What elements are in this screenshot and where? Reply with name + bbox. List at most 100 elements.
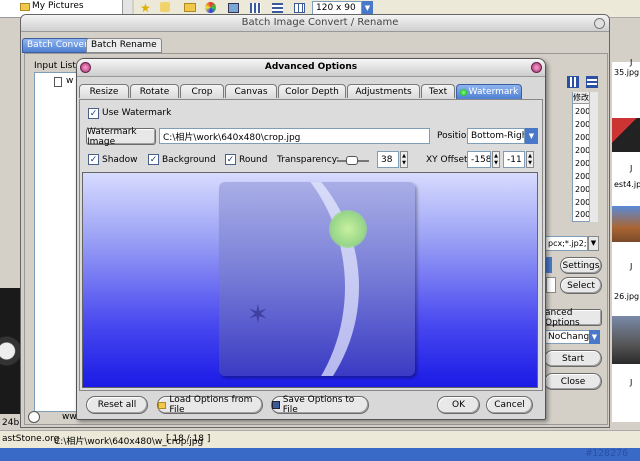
advanced-options-button[interactable]: anced Options — [544, 308, 602, 328]
tag-icon[interactable] — [160, 2, 170, 12]
list-icon[interactable] — [586, 76, 598, 88]
tab-adjustments[interactable]: Adjustments — [347, 84, 420, 98]
thumb-image[interactable] — [612, 118, 640, 152]
thumb-file: 26.jpg — [614, 292, 640, 301]
taskbar — [0, 448, 640, 461]
date-cell: 200 — [575, 146, 591, 155]
tab-color-depth[interactable]: Color Depth — [278, 84, 346, 98]
thumb-image[interactable] — [612, 206, 640, 242]
thumb-label: J — [630, 164, 633, 173]
blue-select-edge[interactable] — [546, 257, 552, 273]
status-site: astStone.org — [2, 434, 60, 444]
transparency-spinner[interactable]: ▲ ▼ — [400, 151, 408, 168]
start-button[interactable]: Start — [544, 350, 602, 367]
save-options-label: Save Options to File — [282, 395, 355, 415]
tab-crop[interactable]: Crop — [180, 84, 224, 98]
chevron-down-icon[interactable]: ▼ — [362, 1, 373, 15]
use-watermark-label: Use Watermark — [102, 108, 172, 118]
explorer-item[interactable]: My Pictures — [32, 1, 84, 11]
select-button[interactable]: Select — [560, 277, 602, 294]
tab-resize[interactable]: Resize — [79, 84, 129, 98]
tab-rotate[interactable]: Rotate — [130, 84, 179, 98]
background-checkbox[interactable]: ✓ — [148, 154, 159, 165]
filter-field[interactable]: pcx;*.jp2;*.j — [544, 236, 588, 251]
view-icon[interactable] — [567, 76, 579, 88]
date-header[interactable]: 修改 — [573, 92, 589, 104]
green-glow — [329, 210, 367, 248]
star-icon[interactable]: ★ — [140, 1, 151, 15]
save-options-button[interactable]: Save Options to File — [271, 395, 369, 415]
transparency-slider-thumb[interactable] — [346, 156, 358, 165]
tab-text[interactable]: Text — [421, 84, 455, 98]
cancel-button[interactable]: Cancel — [486, 396, 533, 414]
position-select[interactable]: Bottom-Right — [467, 128, 525, 144]
load-options-label: Load Options from File — [169, 395, 253, 415]
folder-icon — [20, 3, 30, 11]
settings-button[interactable]: Settings — [560, 257, 602, 274]
input-list[interactable] — [34, 72, 80, 412]
date-cell: 200 — [575, 185, 591, 194]
xy-offset-label: XY Offset: — [426, 155, 471, 165]
date-cell: 200 — [575, 107, 591, 116]
watermark-path-field[interactable]: C:\相片\work\640x480\crop.jpg — [159, 128, 430, 144]
details-view-icon[interactable] — [294, 3, 305, 13]
folder-open-icon — [158, 401, 167, 409]
thumb-label: J — [630, 58, 633, 67]
ok-button[interactable]: OK — [437, 396, 480, 414]
thumb-file: 35.jpg — [614, 68, 640, 77]
status-count: [ 18 / 18 ] — [166, 434, 211, 444]
x-offset-spinner[interactable]: ▲ ▼ — [492, 151, 500, 168]
grid-view-icon[interactable] — [250, 3, 261, 13]
y-offset-input[interactable]: -11 — [503, 151, 525, 168]
chevron-down-icon[interactable]: ▼ — [588, 236, 599, 251]
transparency-label: Transparency: — [277, 155, 340, 165]
thumb-image[interactable] — [612, 316, 640, 364]
tab-canvas[interactable]: Canvas — [225, 84, 277, 98]
date-cell: 200 — [575, 172, 591, 181]
left-partial-label: 24b — [2, 418, 20, 428]
dialog-close-icon[interactable] — [531, 62, 542, 73]
round-label: Round — [239, 155, 268, 165]
background-label: Background — [162, 155, 216, 165]
date-cell: 200 — [575, 159, 591, 168]
tab-batch-rename[interactable]: Batch Rename — [86, 38, 162, 53]
use-watermark-checkbox[interactable]: ✓ — [88, 108, 99, 119]
transparency-input[interactable]: 38 — [377, 151, 399, 168]
tab-watermark-label: Watermark — [468, 87, 519, 97]
watermark-id: #128276 — [586, 448, 629, 459]
app-menu-icon[interactable] — [80, 62, 91, 73]
date-cell: 200 — [575, 120, 591, 129]
watermark-image-preview: ✶ — [219, 182, 415, 376]
x-offset-input[interactable]: -158 — [467, 151, 491, 168]
thumb-label: J — [630, 378, 633, 387]
batch-close-icon[interactable] — [594, 18, 605, 29]
thumb-panel — [612, 62, 640, 422]
date-cell: 200 — [575, 198, 591, 207]
date-scrollbar[interactable] — [589, 92, 598, 222]
floppy-icon — [272, 401, 280, 409]
load-options-button[interactable]: Load Options from File — [157, 395, 263, 415]
close-button[interactable]: Close — [544, 373, 602, 390]
tab-watermark[interactable]: Watermark — [456, 84, 522, 99]
chevron-down-icon[interactable]: ▼ — [525, 128, 538, 144]
y-offset-spinner[interactable]: ▲ ▼ — [526, 151, 534, 168]
arc-highlight — [219, 182, 359, 376]
palette-icon[interactable] — [205, 2, 216, 13]
edge-field[interactable] — [546, 277, 556, 293]
reset-all-button[interactable]: Reset all — [86, 396, 148, 414]
list-view-icon[interactable] — [272, 3, 283, 13]
image-icon[interactable] — [228, 3, 239, 13]
input-item[interactable]: w — [66, 76, 73, 86]
shadow-checkbox[interactable]: ✓ — [88, 154, 99, 165]
advanced-title: Advanced Options — [264, 62, 358, 72]
folder-up-icon[interactable] — [184, 3, 196, 12]
star-shape: ✶ — [247, 300, 269, 330]
shadow-label: Shadow — [102, 155, 138, 165]
nochange-select[interactable]: NoChange — [544, 330, 590, 344]
thumb-label: J — [630, 262, 633, 271]
watermark-image-button[interactable]: Watermark Image — [86, 127, 156, 147]
round-checkbox[interactable]: ✓ — [225, 154, 236, 165]
chevron-down-icon[interactable]: ▼ — [589, 330, 600, 344]
history-icon[interactable] — [28, 411, 40, 423]
thumb-size-select[interactable]: 120 x 90 — [312, 1, 362, 15]
